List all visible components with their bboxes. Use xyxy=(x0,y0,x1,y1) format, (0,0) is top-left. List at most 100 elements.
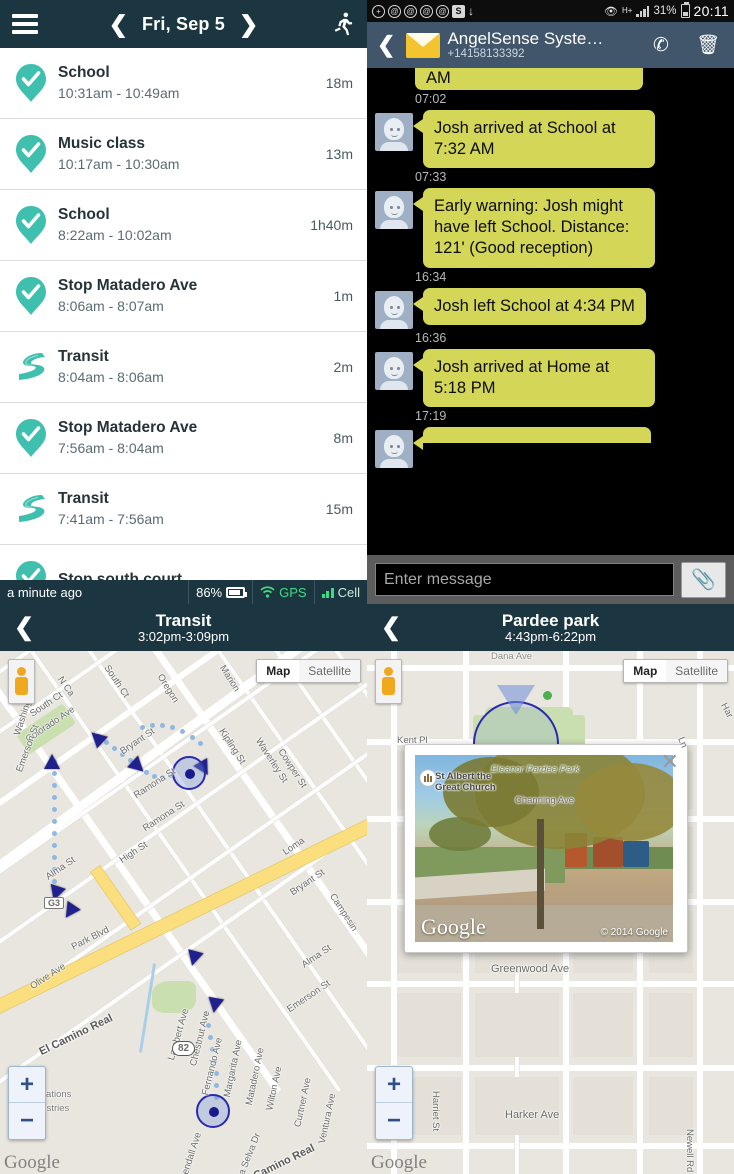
place-pin-check-icon xyxy=(8,419,54,457)
device-status-bar: a minute ago 86% GPS Cell xyxy=(0,580,367,604)
map-street xyxy=(367,1065,734,1071)
map-type-map-button[interactable]: Map xyxy=(257,660,300,682)
map-label: Harker Ave xyxy=(505,1109,560,1121)
battery-icon xyxy=(226,586,248,598)
timeline-row[interactable]: Stop Matadero Ave 7:56am - 8:04am 8m xyxy=(0,403,367,474)
zoom-in-button[interactable]: + xyxy=(376,1067,412,1103)
add-badge-icon: + xyxy=(372,4,385,18)
envelope-icon xyxy=(406,32,441,58)
timeline-row-text: Music class 10:17am - 10:30am xyxy=(54,134,326,173)
map-title: Pardee park xyxy=(501,610,600,630)
transit-map-title-block: Transit 3:02pm-3:09pm xyxy=(0,611,367,645)
timeline-list[interactable]: School 10:31am - 10:49am 18m Music class… xyxy=(0,48,367,604)
timeline-row-title: Transit xyxy=(58,348,109,366)
message-input[interactable]: Enter message xyxy=(375,563,674,596)
date-navigator: ❮ Fri, Sep 5 ❯ xyxy=(38,12,329,36)
sms-thread[interactable]: AM 07:02 Josh arrived at School at 7:32 … xyxy=(367,68,734,555)
timeline-row[interactable]: Transit 8:04am - 8:06am 2m xyxy=(0,332,367,403)
transit-road-icon xyxy=(8,493,54,525)
map-type-satellite-button[interactable]: Satellite xyxy=(299,660,360,682)
timeline-row[interactable]: Stop Matadero Ave 8:06am - 8:07am 1m xyxy=(0,261,367,332)
message-row: Josh arrived at School at 7:32 AM xyxy=(375,110,726,169)
battery-status: 86% xyxy=(188,580,252,604)
close-icon[interactable]: ✕ xyxy=(661,751,679,773)
chevron-left-icon[interactable]: ❮ xyxy=(381,613,401,642)
last-update-label: a minute ago xyxy=(7,584,83,600)
map-type-switcher[interactable]: Map Satellite xyxy=(256,659,361,683)
message-row xyxy=(375,426,726,468)
pegman-icon[interactable] xyxy=(8,659,35,704)
message-bubble[interactable] xyxy=(423,426,651,443)
message-bubble[interactable]: AM xyxy=(415,68,643,90)
at-circle-icon: @ xyxy=(420,4,433,18)
at-circle-icon: @ xyxy=(436,4,449,18)
transit-road-icon xyxy=(8,351,54,383)
message-timestamp: 17:19 xyxy=(415,408,447,423)
android-status-bar: + @ @ @ @ S ↓ 👁 H+ 31% 20:11 xyxy=(367,0,734,22)
timeline-row-time: 8:06am - 8:07am xyxy=(58,297,164,314)
transit-map-canvas[interactable]: N Ca South Ct Colorado Ave Washington Em… xyxy=(0,651,367,1174)
map-street xyxy=(367,981,734,987)
gps-label: GPS xyxy=(279,584,307,600)
zoom-out-button[interactable]: − xyxy=(376,1103,412,1139)
timeline-row-text: Transit 8:04am - 8:06am xyxy=(54,347,334,386)
timeline-row-time: 10:17am - 10:30am xyxy=(58,155,180,172)
streetview-copyright: © 2014 Google xyxy=(600,927,668,938)
message-row: Josh left School at 4:34 PM xyxy=(375,287,726,329)
chevron-left-icon[interactable]: ❮ xyxy=(373,32,399,58)
google-watermark: Google xyxy=(4,1152,60,1173)
chevron-left-icon[interactable]: ❮ xyxy=(109,12,128,36)
avatar xyxy=(375,429,413,468)
hamburger-icon[interactable] xyxy=(12,14,38,34)
zoom-in-button[interactable]: + xyxy=(9,1067,45,1103)
map-label: Newell Rd xyxy=(684,1129,695,1173)
timeline-row-time: 7:41am - 7:56am xyxy=(58,510,164,527)
google-watermark: Google xyxy=(371,1152,427,1173)
zoom-controls[interactable]: + − xyxy=(375,1066,413,1140)
timeline-row-title: School xyxy=(58,206,110,224)
place-pin-check-icon xyxy=(8,64,54,102)
sms-contact-block[interactable]: AngelSense Syste… +14158133392 xyxy=(447,29,634,62)
message-bubble[interactable]: Josh left School at 4:34 PM xyxy=(423,287,646,325)
timeline-row[interactable]: School 10:31am - 10:49am 18m xyxy=(0,48,367,119)
gps-status: GPS xyxy=(252,580,313,604)
phone-icon[interactable]: ✆ xyxy=(641,34,681,57)
map-type-map-button[interactable]: Map xyxy=(624,660,667,682)
message-bubble[interactable]: Josh arrived at Home at 5:18 PM xyxy=(423,348,655,407)
paperclip-icon[interactable]: 📎 xyxy=(681,561,726,598)
message-row: AM xyxy=(415,68,726,90)
battery-percent-label: 31% xyxy=(653,5,677,17)
timeline-row-text: School 8:22am - 10:02am xyxy=(54,205,310,244)
pegman-icon[interactable] xyxy=(375,659,402,704)
trash-icon[interactable]: 🗑 xyxy=(688,33,728,57)
sms-contact-name: AngelSense Syste… xyxy=(447,28,604,48)
timeline-header: ❮ Fri, Sep 5 ❯ xyxy=(0,0,367,48)
timeline-row-text: Stop Matadero Ave 8:06am - 8:07am xyxy=(54,276,334,315)
chevron-right-icon[interactable]: ❯ xyxy=(239,12,258,36)
transit-map-header: ❮ Transit 3:02pm-3:09pm xyxy=(0,604,367,651)
geofence-pin xyxy=(497,685,535,715)
map-label: Greenwood Ave xyxy=(491,963,570,975)
map-label: Channing Ave xyxy=(515,795,574,806)
place-pin-check-icon xyxy=(8,277,54,315)
timeline-panel: ❮ Fri, Sep 5 ❯ School 10:31am - 10:49am … xyxy=(0,0,367,604)
message-bubble[interactable]: Josh arrived at School at 7:32 AM xyxy=(423,110,655,169)
pardee-map-canvas[interactable]: Google © 2014 Google ✕ Dana Ave Kent Pl … xyxy=(367,651,734,1174)
runner-icon[interactable] xyxy=(329,11,355,37)
message-bubble[interactable]: Early warning: Josh might have left Scho… xyxy=(423,188,655,268)
map-street xyxy=(367,1143,734,1149)
signal-bars-icon xyxy=(321,586,334,598)
timeline-row-duration: 15m xyxy=(325,501,353,517)
zoom-out-button[interactable]: − xyxy=(9,1103,45,1139)
timeline-row-duration: 1h40m xyxy=(310,217,353,233)
timeline-row[interactable]: Transit 7:41am - 7:56am 15m xyxy=(0,474,367,545)
map-type-switcher[interactable]: Map Satellite xyxy=(623,659,728,683)
chevron-left-icon[interactable]: ❮ xyxy=(14,613,34,642)
timeline-row[interactable]: Music class 10:17am - 10:30am 13m xyxy=(0,119,367,190)
timeline-row[interactable]: School 8:22am - 10:02am 1h40m xyxy=(0,190,367,261)
map-type-satellite-button[interactable]: Satellite xyxy=(666,660,727,682)
google-watermark: Google xyxy=(421,914,486,939)
zoom-controls[interactable]: + − xyxy=(8,1066,46,1140)
park-poi-icon xyxy=(543,691,552,700)
download-icon: ↓ xyxy=(468,4,474,18)
